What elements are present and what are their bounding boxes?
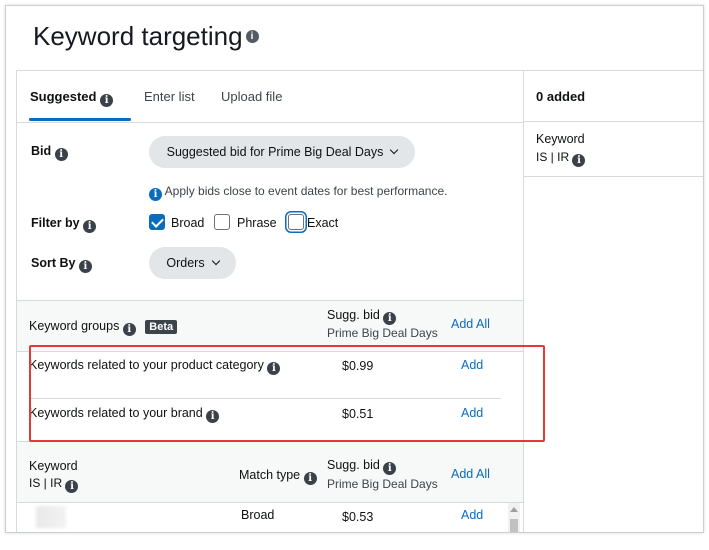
phrase-label[interactable]: Phrase — [237, 216, 277, 230]
exact-checkbox[interactable] — [288, 214, 304, 230]
bid-hint-text: Apply bids close to event dates for best… — [164, 184, 448, 198]
keyword-groups-heading: Keyword groups i Beta — [29, 319, 178, 336]
keyword-column-heading: Keyword — [29, 459, 78, 473]
keyword-row-bid: $0.53 — [342, 510, 374, 524]
active-tab-indicator — [29, 118, 131, 121]
redacted-keyword — [36, 506, 66, 528]
info-icon: i — [149, 188, 162, 201]
scroll-thumb[interactable] — [510, 519, 518, 532]
info-icon[interactable]: i — [122, 323, 136, 336]
scroll-up-icon[interactable] — [510, 507, 518, 512]
beta-badge: Beta — [145, 320, 178, 334]
sugg-bid-subheading: Prime Big Deal Days — [327, 477, 438, 491]
broad-checkbox[interactable] — [149, 214, 165, 230]
add-all-keywords-button[interactable]: Add All — [451, 467, 490, 481]
sugg-bid-heading: Sugg. bid i — [327, 308, 397, 325]
added-keyword-heading: Keyword — [536, 132, 585, 146]
sort-label-text: Sort By — [31, 256, 76, 270]
sort-dropdown-value: Orders — [166, 256, 205, 270]
page-title-text: Keyword targeting — [33, 21, 243, 51]
match-type-heading-text: Match type — [239, 468, 301, 482]
bid-label: Bid i — [31, 144, 68, 161]
info-icon[interactable]: i — [100, 94, 114, 107]
add-all-groups-button[interactable]: Add All — [451, 317, 490, 331]
info-icon[interactable]: i — [572, 154, 586, 167]
divider — [524, 176, 703, 177]
keyword-targeting-panel: Keyword targeting i Suggested i Enter lis… — [5, 5, 704, 533]
sort-label: Sort By i — [31, 256, 92, 273]
info-icon[interactable]: i — [83, 220, 97, 233]
tab-enter-list[interactable]: Enter list — [144, 89, 195, 104]
divider — [17, 502, 523, 503]
added-keywords-panel: 0 added Keyword IS | IR i — [524, 70, 703, 532]
broad-label[interactable]: Broad — [171, 216, 204, 230]
tab-upload-file[interactable]: Upload file — [221, 89, 282, 104]
page-title: Keyword targeting i — [33, 21, 259, 52]
phrase-checkbox[interactable] — [214, 214, 230, 230]
suggestions-panel: Suggested i Enter list Upload file Bid i… — [16, 70, 524, 532]
tab-suggested-label: Suggested — [30, 89, 97, 104]
sugg-bid-subheading: Prime Big Deal Days — [327, 326, 438, 340]
info-icon[interactable]: i — [245, 29, 259, 43]
keyword-row-match: Broad — [241, 508, 275, 522]
sort-dropdown[interactable]: Orders — [149, 247, 236, 279]
filter-label-text: Filter by — [31, 216, 80, 230]
info-icon[interactable]: i — [303, 472, 317, 485]
add-keyword-button[interactable]: Add — [461, 508, 483, 522]
added-is-ir-heading-text: IS | IR — [536, 150, 570, 164]
bid-hint: i Apply bids close to event dates for be… — [149, 184, 448, 201]
info-icon[interactable]: i — [54, 148, 68, 161]
table-scrollbar[interactable] — [508, 503, 520, 532]
tab-suggested[interactable]: Suggested i — [30, 89, 114, 107]
divider — [524, 121, 703, 122]
bid-dropdown-value: Suggested bid for Prime Big Deal Days — [166, 145, 384, 159]
is-ir-heading-text: IS | IR — [29, 476, 63, 490]
info-icon[interactable]: i — [65, 480, 79, 493]
sugg-bid-heading: Sugg. bid i — [327, 458, 397, 475]
added-count: 0 added — [536, 89, 586, 104]
info-icon[interactable]: i — [78, 260, 92, 273]
highlight-box — [29, 345, 545, 442]
filter-label: Filter by i — [31, 216, 97, 233]
exact-label[interactable]: Exact — [307, 216, 338, 230]
match-type-heading: Match type i — [239, 468, 317, 485]
tab-bar: Suggested i Enter list Upload file — [17, 71, 523, 123]
sugg-bid-heading-text: Sugg. bid — [327, 458, 380, 472]
info-icon[interactable]: i — [383, 462, 397, 475]
chevron-down-icon — [211, 256, 220, 266]
keyword-groups-heading-text: Keyword groups — [29, 319, 120, 333]
bid-dropdown[interactable]: Suggested bid for Prime Big Deal Days — [149, 136, 415, 168]
is-ir-column-heading: IS | IR i — [29, 476, 79, 493]
added-is-ir-heading: IS | IR i — [536, 150, 586, 167]
bid-label-text: Bid — [31, 144, 52, 158]
info-icon[interactable]: i — [383, 312, 397, 325]
chevron-down-icon — [390, 145, 399, 155]
sugg-bid-heading-text: Sugg. bid — [327, 308, 380, 322]
